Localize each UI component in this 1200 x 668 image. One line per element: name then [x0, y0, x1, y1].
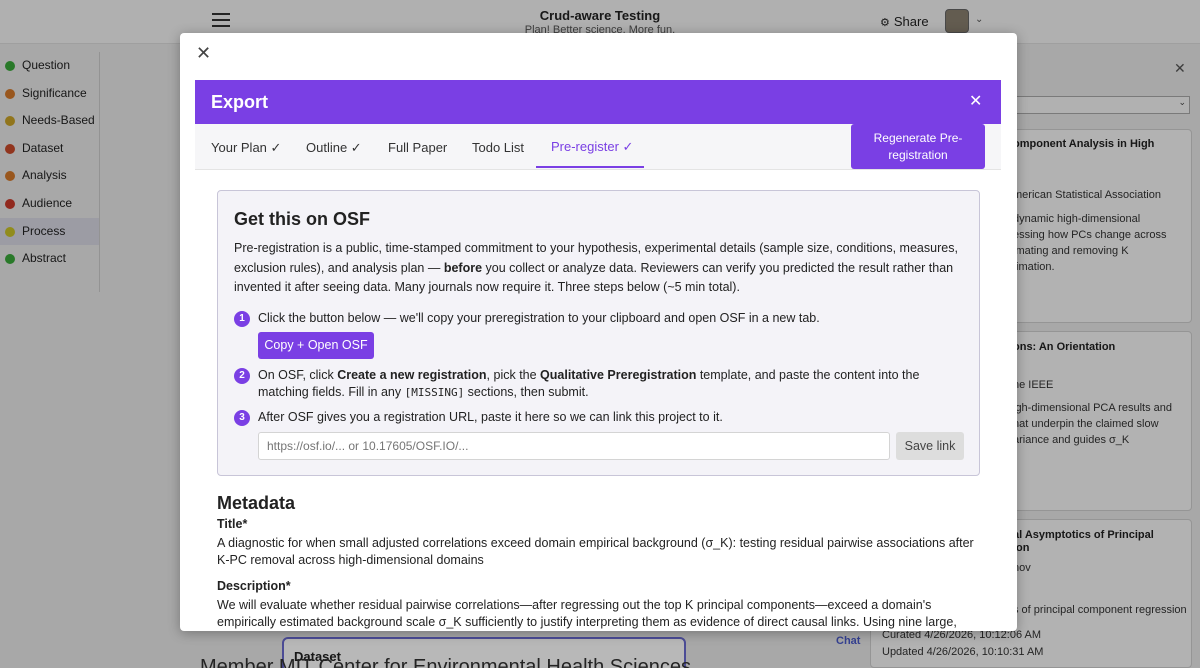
step-text-part: sections, then submit. [464, 385, 589, 399]
tab-todo-list[interactable]: Todo List [472, 140, 524, 155]
regenerate-label-line1: Regenerate Pre- [873, 131, 963, 145]
title-value: A diagnostic for when small adjusted cor… [217, 536, 974, 567]
close-icon[interactable]: ✕ [196, 43, 211, 64]
tab-your-plan[interactable]: Your Plan ✓ [211, 140, 281, 156]
metadata-heading: Metadata [217, 493, 296, 513]
step-number: 2 [234, 368, 250, 384]
description-label: Description* [217, 579, 291, 593]
intro-emphasis: before [443, 260, 483, 275]
title-label: Title* [217, 517, 248, 531]
preregister-content[interactable]: Get this on OSF Pre-registration is a pu… [195, 170, 1001, 631]
export-modal: ✕ Export ✕ Your Plan ✓ Outline ✓ Full Pa… [180, 33, 1017, 631]
step-text: After OSF gives you a registration URL, … [258, 410, 723, 424]
registration-url-input[interactable] [258, 432, 890, 460]
tab-outline[interactable]: Outline ✓ [306, 140, 362, 156]
regenerate-preregistration-button[interactable]: Regenerate Pre- registration [851, 124, 985, 169]
regenerate-label-line2: registration [888, 148, 948, 162]
step-text-part: On OSF, click [258, 368, 338, 382]
export-title: Export [211, 92, 269, 112]
step-number: 3 [234, 410, 250, 426]
active-tab-indicator [536, 166, 644, 168]
tab-pre-register[interactable]: Pre-register ✓ [551, 139, 633, 155]
step-text: On OSF, click Create a new registration,… [258, 367, 970, 401]
step-number: 1 [234, 311, 250, 327]
close-icon[interactable]: ✕ [969, 91, 982, 111]
copy-open-osf-button[interactable]: Copy + Open OSF [258, 332, 374, 359]
save-link-button[interactable]: Save link [896, 432, 964, 460]
description-value: We will evaluate whether residual pairwi… [217, 598, 957, 629]
tab-full-paper[interactable]: Full Paper [388, 140, 447, 155]
missing-code: [MISSING] [404, 386, 465, 399]
step-text-bold: Create a new registration [337, 368, 487, 382]
export-tabs: Your Plan ✓ Outline ✓ Full Paper Todo Li… [195, 124, 1001, 170]
export-header: Export ✕ [195, 80, 1001, 124]
step-text: Click the button below — we'll copy your… [258, 311, 820, 325]
osf-intro: Pre-registration is a public, time-stamp… [234, 239, 968, 298]
step-text-part: , pick the [486, 368, 541, 382]
step-text-bold: Qualitative Preregistration [540, 368, 697, 382]
osf-title: Get this on OSF [234, 209, 371, 229]
osf-panel: Get this on OSF Pre-registration is a pu… [217, 190, 980, 476]
